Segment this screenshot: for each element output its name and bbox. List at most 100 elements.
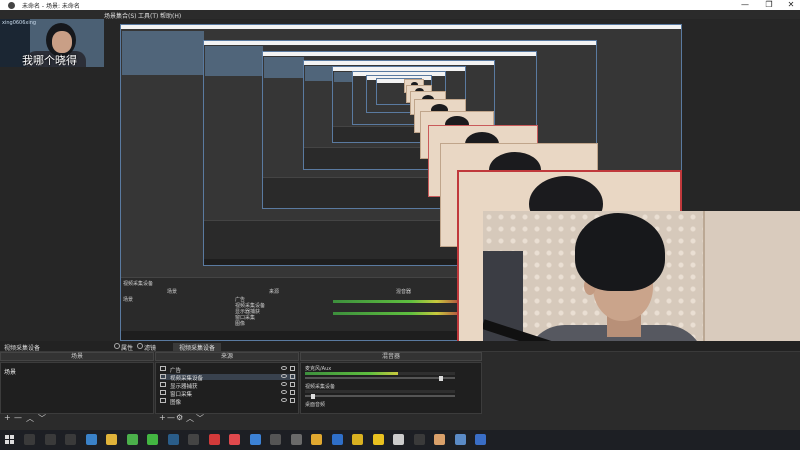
properties-button[interactable]: 属性 (121, 343, 133, 352)
move-down-button[interactable]: ﹀ (38, 413, 46, 424)
add-source-button[interactable]: + (159, 413, 166, 422)
remove-source-button[interactable]: — (167, 413, 175, 422)
mixer-track-name: 桌面音频 (305, 402, 326, 408)
eye-icon[interactable] (281, 374, 287, 378)
source-down-button[interactable]: ﹀ (196, 413, 204, 424)
windows-start-icon[interactable] (5, 435, 15, 445)
obs-icon[interactable] (413, 434, 425, 445)
webcam-thumbnail: xing0606xing 我哪个晓得 (0, 19, 104, 67)
eye-icon[interactable] (281, 366, 287, 370)
source-label: 显示器捕获 (170, 384, 198, 390)
monitor-icon (160, 382, 166, 387)
dock-headers: 场景 来源 混音器 (0, 352, 800, 361)
cortana-icon[interactable] (44, 434, 56, 445)
weibo-icon[interactable] (229, 434, 240, 445)
obs-dock: 视频采集设备 属性 滤镜 视频采集设备 场景 来源 混音器 场景 广告 视频采集… (0, 341, 800, 430)
active-tab-label[interactable]: 视频采集设备 (173, 343, 222, 352)
nested-sources-header: 来源 (269, 289, 280, 295)
source-toolbar: 视频采集设备 属性 滤镜 视频采集设备 (0, 341, 800, 352)
files-icon[interactable] (85, 434, 97, 445)
filters-icon[interactable] (137, 343, 143, 349)
wechat-icon[interactable] (147, 434, 158, 445)
steam-icon[interactable] (167, 434, 179, 445)
add-scene-button[interactable]: + (4, 413, 11, 422)
source-row-video[interactable]: 视频采集设备 (160, 374, 296, 382)
image-icon (160, 398, 166, 403)
music-icon[interactable] (331, 434, 343, 445)
shield-icon[interactable] (311, 434, 322, 445)
menu-bar: 场景集合(S) 工具(T) 帮助(H) (0, 10, 800, 20)
audio-meter (305, 390, 455, 393)
terminal-icon[interactable] (270, 434, 281, 445)
window-title: 未命名 - 场景: 未命名 (22, 3, 80, 10)
nested-scene-item: 场景 (123, 297, 134, 303)
source-row-window[interactable]: 窗口采集 (160, 390, 296, 398)
volume-slider[interactable] (305, 376, 455, 381)
volume-slider[interactable] (305, 394, 455, 399)
restore-button[interactable]: ❐ (758, 0, 780, 10)
mixer-track-name: 麦克风/Aux (305, 366, 332, 372)
sources-header: 来源 (155, 352, 299, 361)
scenes-header: 场景 (0, 352, 154, 361)
eye-icon[interactable] (281, 390, 287, 394)
lock-icon[interactable] (290, 398, 295, 403)
taskview-icon[interactable] (65, 434, 76, 445)
lock-icon[interactable] (290, 374, 295, 379)
mixer-panel: 麦克风/Aux 视频采集设备 桌面音频 (300, 362, 482, 414)
photo-icon[interactable] (290, 434, 302, 445)
audio-meter (305, 372, 455, 375)
source-label: 广告 (170, 368, 182, 374)
remove-scene-button[interactable]: — (14, 413, 22, 422)
lock-icon[interactable] (290, 382, 295, 387)
obs-app-icon (8, 2, 15, 9)
screen-capture-icon (160, 390, 166, 395)
chrome-icon[interactable] (249, 434, 261, 445)
lock-icon[interactable] (290, 390, 295, 395)
search-icon[interactable] (24, 434, 35, 445)
properties-icon[interactable] (114, 343, 120, 349)
title-bar: 未命名 - 场景: 未命名 — ❐ ✕ (0, 0, 800, 10)
circle-app-icon[interactable] (372, 434, 384, 445)
windows-taskbar (0, 430, 800, 450)
nested-mixer-header: 混音器 (396, 289, 412, 295)
source-settings-button[interactable]: ⚙ (176, 413, 183, 422)
lock-icon[interactable] (290, 366, 295, 371)
nested-dock-header: 视频采集设备 (123, 281, 154, 287)
source-row-monitor[interactable]: 显示器捕获 (160, 382, 296, 390)
sources-toolbar: + — ⚙ ︿ ﹀ (157, 413, 297, 423)
minimize-button[interactable]: — (734, 0, 756, 10)
arrow-app-icon[interactable] (393, 434, 404, 445)
cursor-app-icon[interactable] (434, 434, 445, 445)
folder-icon[interactable] (106, 434, 117, 445)
nested-source-5: 图像 (235, 321, 246, 327)
scenes-panel: 场景 (0, 362, 154, 414)
source-label: 图像 (170, 400, 182, 406)
source-row-image[interactable]: 图像 (160, 398, 296, 406)
webcam-small-text: xing0606xing (2, 20, 37, 26)
scenes-toolbar: + — ︿ ﹀ (2, 413, 152, 423)
red-app-icon[interactable] (208, 434, 220, 445)
close-button[interactable]: ✕ (780, 0, 800, 10)
selected-source-name: 视频采集设备 (4, 345, 41, 352)
coin-icon[interactable] (352, 434, 363, 445)
eye-icon[interactable] (281, 382, 287, 386)
mixer-track-name: 视频采集设备 (305, 384, 336, 390)
mail-icon[interactable] (475, 434, 486, 445)
webcam-caption: 我哪个晓得 (22, 54, 77, 67)
game-icon[interactable] (188, 434, 199, 445)
source-up-button[interactable]: ︿ (186, 413, 194, 424)
source-label: 视频采集设备 (170, 376, 204, 382)
source-row-ad[interactable]: 广告 (160, 366, 296, 374)
scene-item[interactable]: 场景 (1, 367, 155, 376)
sources-panel: 广告 视频采集设备 显示器捕获 窗口采集 图像 (155, 362, 299, 414)
mixer-header: 混音器 (300, 352, 482, 361)
eye-icon[interactable] (281, 398, 287, 402)
move-up-button[interactable]: ︿ (26, 413, 34, 424)
camera-icon (160, 374, 166, 379)
gallery-icon[interactable] (454, 434, 466, 445)
browser-green-icon[interactable] (126, 434, 138, 445)
image-icon (160, 366, 166, 371)
source-label: 窗口采集 (170, 392, 193, 398)
filters-button[interactable]: 滤镜 (144, 343, 156, 352)
nested-scenes-header: 场景 (167, 289, 178, 295)
